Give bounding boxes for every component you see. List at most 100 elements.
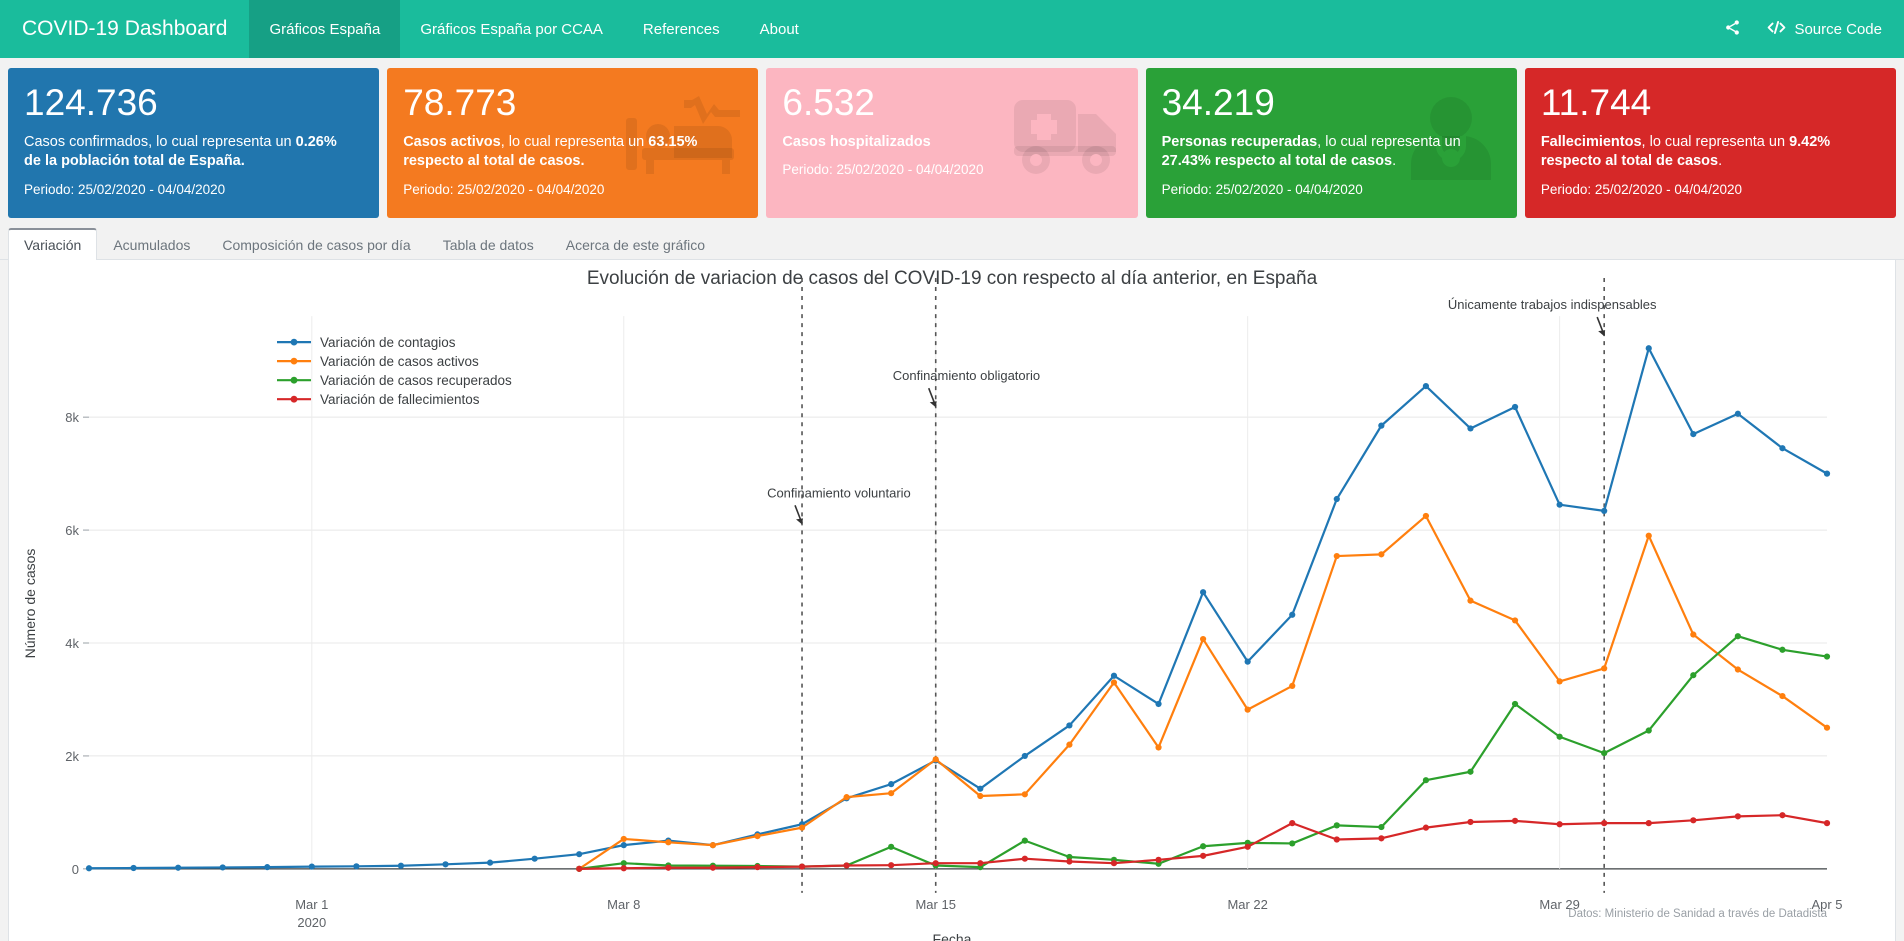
desc-text-2: . (1718, 153, 1723, 170)
series-point (1244, 843, 1251, 850)
stat-card-confirmed-number: 124.736 (24, 82, 158, 123)
legend-marker (290, 376, 298, 384)
series-point (1823, 724, 1831, 731)
series-point (1690, 631, 1697, 638)
series-point (1601, 750, 1608, 757)
desc-highlight: Casos activos (403, 133, 501, 150)
legend-label: Variación de contagios (320, 335, 456, 350)
source-code-button[interactable]: Source Code (1767, 19, 1882, 40)
annotation-arrowhead (796, 518, 804, 525)
chart-panel: Evolución de variacion de casos del COVI… (8, 260, 1896, 941)
stat-card-recovered-period: Periodo: 25/02/2020 - 04/04/2020 (1161, 181, 1363, 197)
stat-card-hospitalized-desc: Casos hospitalizados (782, 133, 1112, 153)
legend-marker (290, 395, 298, 403)
series-point (1378, 823, 1385, 831)
legend-marker (290, 357, 298, 365)
series-point (1645, 532, 1652, 539)
tab-acerca-de-este-grafico[interactable]: Acerca de este gráfico (550, 229, 721, 260)
series-point (264, 864, 271, 871)
y-axis-title: Número de casos (22, 549, 38, 659)
nav-item-graficos-espana-ccaa[interactable]: Gráficos España por CCAA (400, 0, 623, 58)
series-point (1734, 633, 1741, 640)
series-point (1333, 495, 1340, 503)
series-point (1690, 430, 1697, 438)
legend-label: Variación de casos recuperados (320, 373, 512, 388)
series-point (1734, 410, 1741, 417)
desc-text: , lo cual representa un (500, 133, 649, 150)
series-point (1422, 777, 1430, 784)
legend-label: Variación de casos activos (320, 354, 479, 369)
series-point (531, 855, 538, 862)
series-point (1511, 403, 1519, 411)
desc-text: , lo cual representa un (1641, 133, 1790, 150)
series-point (1779, 812, 1786, 819)
series-point (1779, 692, 1786, 700)
series-point (1467, 818, 1474, 826)
x-tick-label: Mar 15 (915, 897, 955, 912)
y-tick-label: 0 (72, 862, 79, 877)
variacion-line-chart[interactable]: Evolución de variacion de casos del COVI… (9, 260, 1895, 941)
series-point (1556, 733, 1563, 740)
stat-card-recovered: 34.219 Personas recuperadas, lo cual rep… (1145, 68, 1517, 218)
series-point (1155, 700, 1162, 708)
stat-card-hospitalized: 6.532 Casos hospitalizados Periodo: 25/0… (766, 68, 1138, 218)
navbar-right-actions: Source Code (1724, 0, 1904, 58)
code-icon (1767, 19, 1786, 40)
series-point (1823, 820, 1831, 827)
series-line (87, 347, 1829, 870)
series-point (888, 862, 895, 869)
y-tick-label: 4k (65, 636, 79, 651)
desc-text: , lo cual representa un (1317, 133, 1461, 150)
stat-card-confirmed-period: Periodo: 25/02/2020 - 04/04/2020 (24, 181, 226, 197)
series-point (1244, 658, 1251, 665)
share-button[interactable] (1724, 19, 1741, 40)
series-point (1690, 672, 1697, 679)
stat-card-deaths-number: 11.744 (1540, 82, 1652, 123)
tab-composicion[interactable]: Composición de casos por día (206, 229, 426, 260)
nav-item-graficos-espana[interactable]: Gráficos España (249, 0, 401, 58)
annotation-arrowhead (929, 401, 937, 408)
series-line (578, 814, 1829, 870)
stat-card-confirmed: 124.736 Casos confirmados, lo cual repre… (8, 68, 380, 218)
series-point (1779, 646, 1786, 653)
series-point (888, 790, 895, 797)
stat-card-recovered-number: 34.219 (1161, 82, 1275, 123)
stat-card-deaths-desc: Fallecimientos, lo cual representa un 9.… (1541, 133, 1871, 172)
nav-item-about[interactable]: About (740, 0, 819, 58)
series-point (1422, 824, 1430, 831)
series-point (1422, 512, 1430, 520)
series-point (1378, 551, 1385, 558)
series-point (576, 851, 583, 858)
series-point (1422, 382, 1430, 390)
series-point (175, 864, 182, 871)
series-point (1511, 617, 1519, 624)
series-point (1200, 589, 1207, 596)
series-point (576, 865, 583, 872)
series-point (932, 860, 939, 867)
legend-label: Variación de fallecimientos (320, 392, 480, 407)
stat-card-active-period: Periodo: 25/02/2020 - 04/04/2020 (403, 181, 605, 197)
tab-acumulados[interactable]: Acumulados (97, 229, 206, 260)
series-point (888, 781, 895, 788)
desc-highlight: Fallecimientos (1540, 133, 1642, 150)
series-point (1333, 552, 1340, 560)
nav-item-references[interactable]: References (623, 0, 740, 58)
brand-title[interactable]: COVID-19 Dashboard (0, 0, 249, 58)
series-point (932, 756, 939, 763)
nav-items: Gráficos España Gráficos España por CCAA… (249, 0, 818, 58)
tab-tabla-de-datos[interactable]: Tabla de datos (427, 229, 550, 260)
series-point (754, 864, 761, 871)
chart-annotation-label: Únicamente trabajos indispensables (1448, 297, 1657, 312)
y-tick-label: 2k (65, 749, 79, 764)
series-point (1511, 817, 1519, 824)
series-point (798, 863, 806, 870)
series-point (308, 863, 315, 870)
series-point (1601, 665, 1608, 672)
series-point (1556, 501, 1563, 508)
series-point (977, 860, 984, 867)
tab-variacion[interactable]: Variación (8, 228, 98, 260)
series-point (1200, 852, 1207, 859)
series-point (1289, 840, 1296, 847)
series-point (1066, 722, 1073, 729)
series-point (1734, 666, 1741, 673)
